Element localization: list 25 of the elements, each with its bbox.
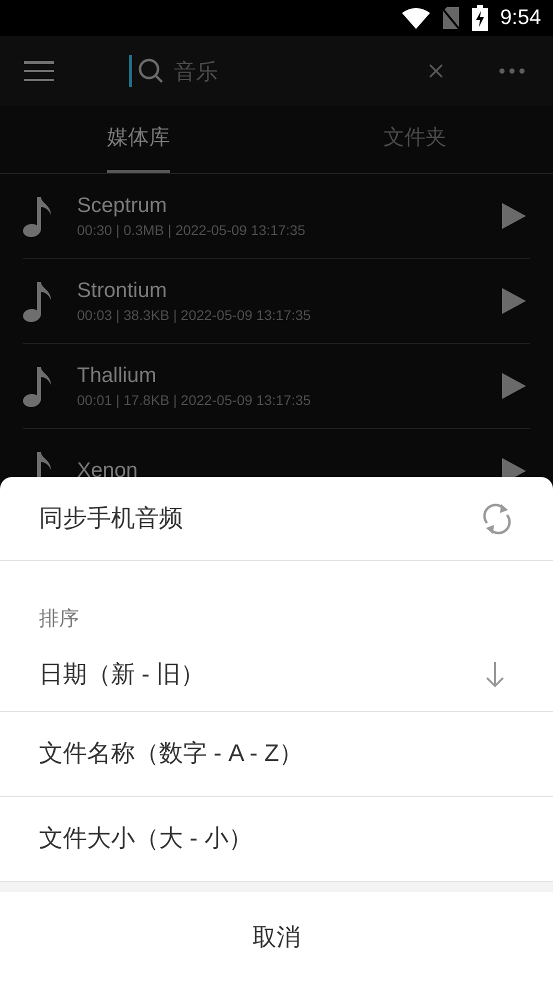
down-arrow-icon (486, 662, 504, 688)
wifi-icon (402, 7, 430, 29)
music-note-icon (23, 280, 53, 322)
music-note-icon (23, 195, 53, 237)
more-icon[interactable] (499, 68, 525, 74)
tab[interactable]: 媒体库 (106, 106, 170, 173)
sync-icon[interactable] (482, 502, 512, 534)
menu-icon[interactable] (24, 61, 54, 81)
sort-heading: 排序 (39, 608, 79, 630)
close-icon[interactable] (429, 64, 443, 78)
track-title: Sceptrum (77, 192, 168, 218)
track-details: 00:03 | 38.3KB | 2022-05-09 13:17:35 (77, 306, 311, 325)
track-details: 00:30 | 0.3MB | 2022-05-09 13:17:35 (77, 220, 306, 240)
search-icon (138, 58, 164, 84)
sort-option[interactable]: 日期（新 - 旧） (0, 634, 553, 712)
track-title: Thallium (77, 362, 158, 388)
track-title: Strontium (77, 278, 168, 304)
track-details: 00:01 | 17.8KB | 2022-05-09 13:17:35 (77, 390, 311, 410)
track-title: Xenon (77, 458, 138, 484)
sort-option[interactable]: 文件名称（数字 - A - Z） (0, 712, 553, 797)
battery-charging-icon (472, 5, 488, 31)
sync-label[interactable]: 同步手机音频 (39, 500, 183, 536)
no-sim-icon (442, 6, 460, 30)
music-note-icon (23, 365, 53, 407)
status-time: 9:54 (500, 5, 541, 32)
